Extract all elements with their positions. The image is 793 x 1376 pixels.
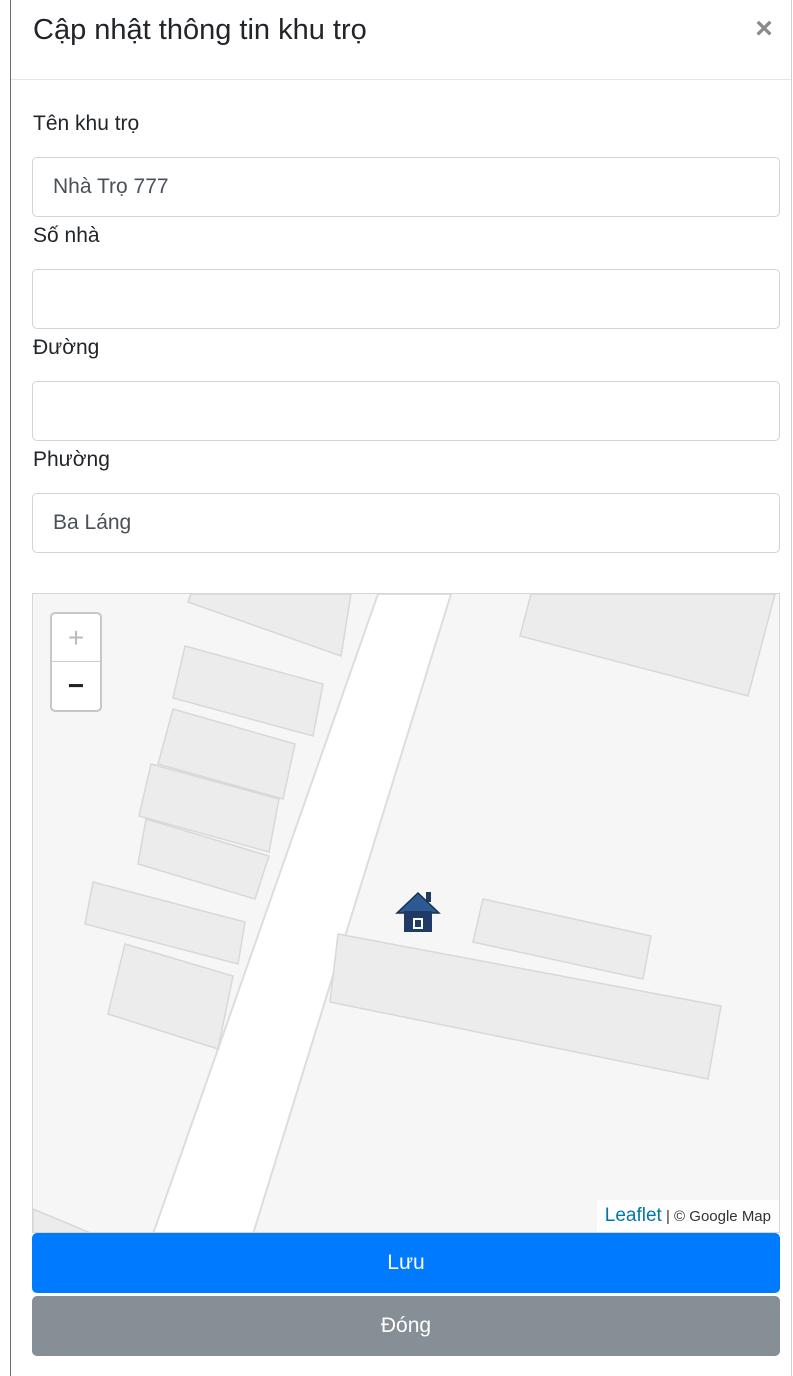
house-marker-icon[interactable] bbox=[395, 889, 441, 935]
leaflet-link[interactable]: Leaflet bbox=[605, 1205, 662, 1226]
save-button[interactable]: Lưu bbox=[32, 1233, 780, 1293]
zoom-out-button[interactable]: − bbox=[52, 662, 100, 709]
ward-input[interactable] bbox=[32, 493, 780, 553]
ward-label: Phường bbox=[33, 448, 110, 471]
modal-title: Cập nhật thông tin khu trọ bbox=[33, 14, 367, 46]
close-button[interactable]: Đóng bbox=[32, 1296, 780, 1356]
street-label: Đường bbox=[33, 336, 100, 359]
zoom-in-button[interactable]: + bbox=[52, 614, 100, 662]
house-number-input[interactable] bbox=[32, 269, 780, 329]
modal-header: Cập nhật thông tin khu trọ × bbox=[11, 0, 791, 80]
name-label: Tên khu trọ bbox=[33, 112, 140, 135]
map-attribution: Leaflet | © Google Map bbox=[596, 1200, 779, 1232]
attribution-text: | © Google Map bbox=[661, 1208, 771, 1225]
map-view[interactable]: + − Leaflet | © Google Map bbox=[32, 593, 780, 1233]
update-boarding-house-modal: Cập nhật thông tin khu trọ × Tên khu trọ… bbox=[10, 0, 792, 1376]
zoom-control: + − bbox=[50, 612, 102, 712]
close-icon[interactable]: × bbox=[747, 12, 781, 46]
house-number-label: Số nhà bbox=[33, 224, 100, 247]
name-input[interactable] bbox=[32, 157, 780, 217]
street-input[interactable] bbox=[32, 381, 780, 441]
